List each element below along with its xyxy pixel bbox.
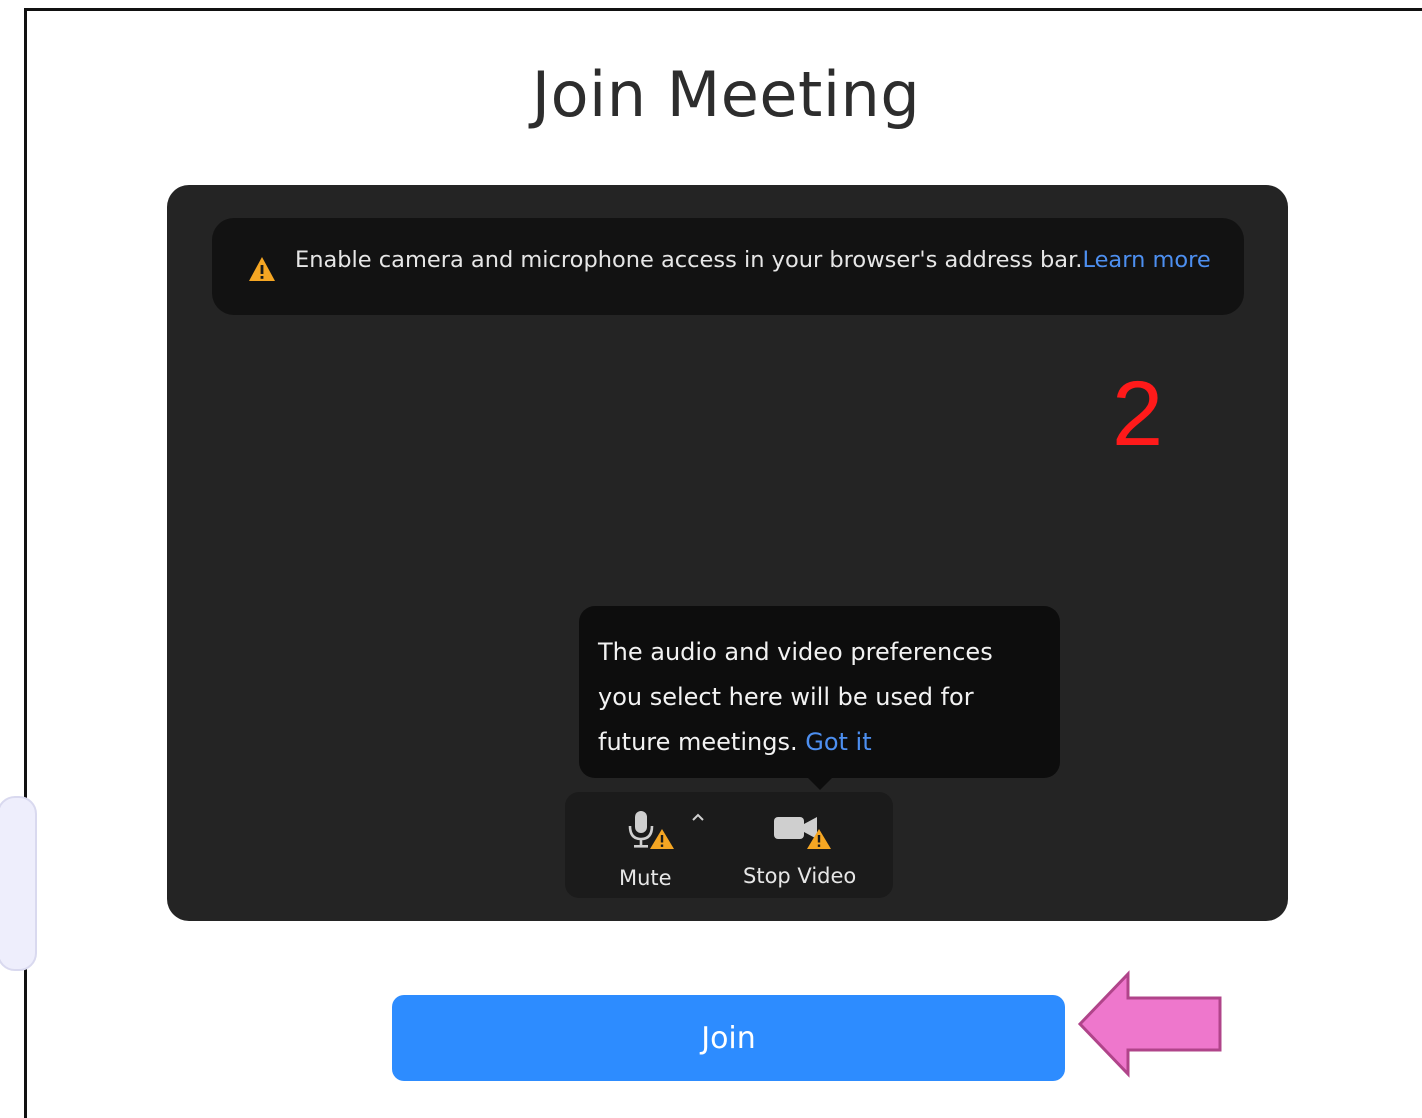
audio-options-chevron[interactable] (687, 806, 709, 828)
got-it-link[interactable]: Got it (805, 728, 871, 756)
banner-message: Enable camera and microphone access in y… (295, 247, 1083, 273)
banner-text: Enable camera and microphone access in y… (295, 247, 1211, 273)
video-warning-icon (807, 829, 831, 849)
mute-warning-icon (650, 829, 674, 849)
video-preview: Enable camera and microphone access in y… (167, 185, 1288, 921)
tooltip-pointer (807, 777, 833, 790)
preferences-tooltip: The audio and video preferences you sele… (579, 606, 1060, 790)
page-title: Join Meeting (531, 58, 921, 131)
stop-video-label: Stop Video (743, 864, 857, 888)
mute-button[interactable]: Mute (605, 806, 695, 892)
media-control-bar: Mute Stop Video (565, 792, 893, 898)
tooltip-message: The audio and video preferences you sele… (598, 638, 993, 756)
side-panel-edge (0, 796, 37, 971)
mute-label: Mute (619, 866, 672, 890)
join-button[interactable]: Join (392, 995, 1065, 1081)
stop-video-button[interactable]: Stop Video (743, 806, 875, 892)
pointer-arrow-annotation (1077, 970, 1222, 1078)
chevron-up-icon (692, 813, 704, 821)
tooltip-text: The audio and video preferences you sele… (598, 630, 1042, 765)
warning-icon (249, 257, 275, 281)
step-number-annotation: 2 (1112, 363, 1164, 465)
learn-more-link[interactable]: Learn more (1082, 247, 1210, 273)
permission-banner: Enable camera and microphone access in y… (212, 218, 1244, 315)
